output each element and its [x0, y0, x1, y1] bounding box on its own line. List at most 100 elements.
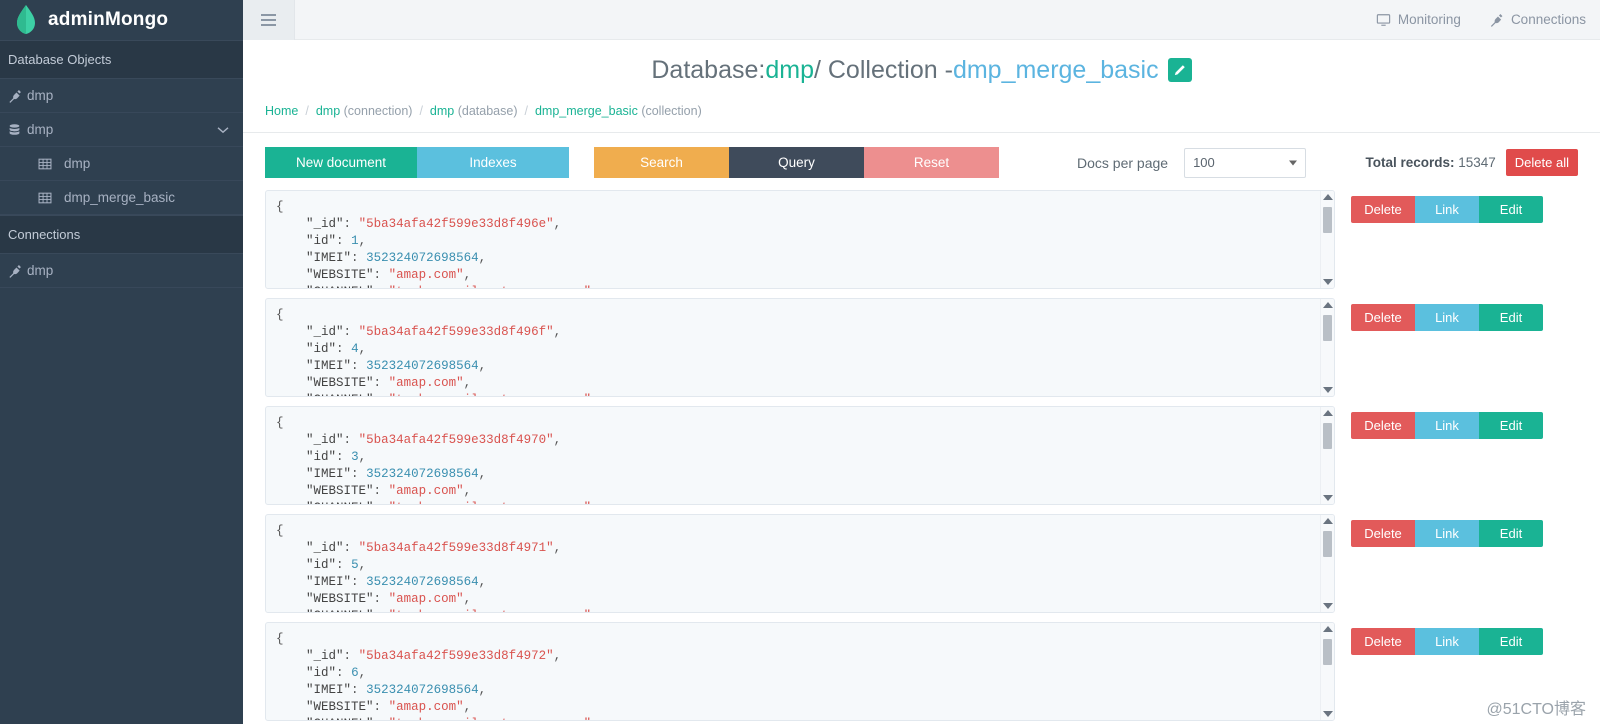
- scrollbar-thumb[interactable]: [1323, 639, 1332, 665]
- link-button[interactable]: Link: [1415, 304, 1479, 331]
- document-row: { "_id": "5ba34afa42f599e33d8f496f", "id…: [265, 298, 1600, 397]
- mongodb-leaf-icon: [17, 5, 35, 34]
- scrollbar-thumb[interactable]: [1323, 207, 1332, 233]
- link-button[interactable]: Link: [1415, 196, 1479, 223]
- breadcrumb-connection[interactable]: dmp: [316, 104, 340, 118]
- edit-button[interactable]: Edit: [1479, 412, 1543, 439]
- table-icon: [38, 157, 64, 171]
- delete-button[interactable]: Delete: [1351, 304, 1415, 331]
- total-records-value: 15347: [1458, 155, 1496, 170]
- indexes-button[interactable]: Indexes: [417, 147, 569, 178]
- breadcrumb-separator: /: [524, 104, 528, 118]
- plug-icon: [8, 264, 27, 278]
- document-panel[interactable]: { "_id": "5ba34afa42f599e33d8f4970", "id…: [265, 406, 1335, 505]
- page-title-database: dmp: [765, 55, 814, 84]
- sidebar-collection-dmp[interactable]: dmp: [0, 147, 243, 181]
- document-button-group: New document Indexes: [265, 147, 569, 178]
- delete-button[interactable]: Delete: [1351, 520, 1415, 547]
- query-button-group: Search Query Reset: [594, 147, 999, 178]
- page-title: Database: dmp / Collection - dmp_merge_b…: [651, 55, 1192, 85]
- top-bar: Monitoring Connections: [243, 0, 1600, 40]
- link-button[interactable]: Link: [1415, 628, 1479, 655]
- docs-per-page-label: Docs per page: [1077, 154, 1169, 171]
- breadcrumb-collection-note: (collection): [641, 104, 702, 118]
- delete-button[interactable]: Delete: [1351, 412, 1415, 439]
- sidebar: adminMongo Database Objects dmp dmp dmp …: [0, 0, 243, 724]
- scroll-up-icon[interactable]: [1322, 302, 1333, 308]
- reset-button[interactable]: Reset: [864, 147, 999, 178]
- topnav-label: Connections: [1510, 12, 1586, 27]
- topnav-monitoring[interactable]: Monitoring: [1362, 0, 1475, 40]
- edit-button[interactable]: Edit: [1479, 628, 1543, 655]
- edit-button[interactable]: Edit: [1479, 196, 1543, 223]
- link-button[interactable]: Link: [1415, 412, 1479, 439]
- scroll-down-icon[interactable]: [1322, 711, 1333, 717]
- document-scrollbar[interactable]: [1320, 407, 1334, 504]
- page-title-prefix: Database:: [651, 55, 766, 84]
- sidebar-collection-label: dmp: [64, 156, 91, 171]
- brand[interactable]: adminMongo: [0, 0, 243, 40]
- query-button[interactable]: Query: [729, 147, 864, 178]
- scroll-down-icon[interactable]: [1322, 495, 1333, 501]
- page-title-middle: / Collection -: [813, 55, 953, 84]
- sidebar-item-database-dmp[interactable]: dmp: [0, 113, 243, 147]
- sidebar-section-connections: Connections: [0, 215, 243, 254]
- document-actions: Delete Link Edit: [1351, 520, 1543, 547]
- hamburger-icon[interactable]: [243, 0, 295, 40]
- document-json: { "_id": "5ba34afa42f599e33d8f4970", "id…: [276, 416, 591, 504]
- sidebar-connection-dmp[interactable]: dmp: [0, 254, 243, 288]
- scroll-up-icon[interactable]: [1322, 626, 1333, 632]
- search-button[interactable]: Search: [594, 147, 729, 178]
- edit-button[interactable]: Edit: [1479, 520, 1543, 547]
- page-title-collection: dmp_merge_basic: [952, 55, 1159, 84]
- document-panel[interactable]: { "_id": "5ba34afa42f599e33d8f4972", "id…: [265, 622, 1335, 721]
- toolbar: New document Indexes Search Query Reset …: [243, 133, 1600, 190]
- app-root: adminMongo Database Objects dmp dmp dmp …: [0, 0, 1600, 724]
- document-panel[interactable]: { "_id": "5ba34afa42f599e33d8f4971", "id…: [265, 514, 1335, 613]
- document-scrollbar[interactable]: [1320, 191, 1334, 288]
- scrollbar-thumb[interactable]: [1323, 315, 1332, 341]
- scroll-up-icon[interactable]: [1322, 518, 1333, 524]
- document-actions: Delete Link Edit: [1351, 628, 1543, 655]
- scroll-down-icon[interactable]: [1322, 387, 1333, 393]
- document-row: { "_id": "5ba34afa42f599e33d8f4972", "id…: [265, 622, 1600, 721]
- document-panel[interactable]: { "_id": "5ba34afa42f599e33d8f496e", "id…: [265, 190, 1335, 289]
- document-actions: Delete Link Edit: [1351, 304, 1543, 331]
- delete-button[interactable]: Delete: [1351, 628, 1415, 655]
- edit-button[interactable]: Edit: [1479, 304, 1543, 331]
- scrollbar-thumb[interactable]: [1323, 423, 1332, 449]
- sidebar-connection-label: dmp: [27, 263, 54, 278]
- pencil-icon[interactable]: [1167, 58, 1192, 82]
- scroll-down-icon[interactable]: [1322, 603, 1333, 609]
- document-actions: Delete Link Edit: [1351, 412, 1543, 439]
- breadcrumb-collection[interactable]: dmp_merge_basic: [535, 104, 638, 118]
- document-actions: Delete Link Edit: [1351, 196, 1543, 223]
- docs-per-page-select[interactable]: 100: [1184, 147, 1307, 178]
- document-scrollbar[interactable]: [1320, 623, 1334, 720]
- document-scrollbar[interactable]: [1320, 515, 1334, 612]
- database-icon: [8, 123, 27, 137]
- scroll-down-icon[interactable]: [1322, 279, 1333, 285]
- main-content: Monitoring Connections Database: dmp / C…: [243, 0, 1600, 724]
- new-document-button[interactable]: New document: [265, 147, 417, 178]
- sidebar-section-database-objects: Database Objects: [0, 40, 243, 79]
- document-scrollbar[interactable]: [1320, 299, 1334, 396]
- docs-per-page-value: 100: [1193, 155, 1215, 170]
- breadcrumb-home[interactable]: Home: [265, 104, 298, 118]
- link-button[interactable]: Link: [1415, 520, 1479, 547]
- delete-button[interactable]: Delete: [1351, 196, 1415, 223]
- hamburger-bars: [261, 13, 276, 26]
- sidebar-item-connection-dmp[interactable]: dmp: [0, 79, 243, 113]
- breadcrumb-database[interactable]: dmp: [430, 104, 454, 118]
- sidebar-collection-dmp-merge-basic[interactable]: dmp_merge_basic: [0, 181, 243, 215]
- document-row: { "_id": "5ba34afa42f599e33d8f496e", "id…: [265, 190, 1600, 289]
- brand-text: adminMongo: [48, 9, 169, 30]
- scrollbar-thumb[interactable]: [1323, 531, 1332, 557]
- scroll-up-icon[interactable]: [1322, 194, 1333, 200]
- document-panel[interactable]: { "_id": "5ba34afa42f599e33d8f496f", "id…: [265, 298, 1335, 397]
- delete-all-button[interactable]: Delete all: [1505, 149, 1578, 176]
- scroll-up-icon[interactable]: [1322, 410, 1333, 416]
- topnav-connections[interactable]: Connections: [1475, 0, 1600, 40]
- topnav-label: Monitoring: [1397, 12, 1461, 27]
- breadcrumb: Home / dmp (connection) / dmp (database) / dmp…: [243, 100, 1600, 133]
